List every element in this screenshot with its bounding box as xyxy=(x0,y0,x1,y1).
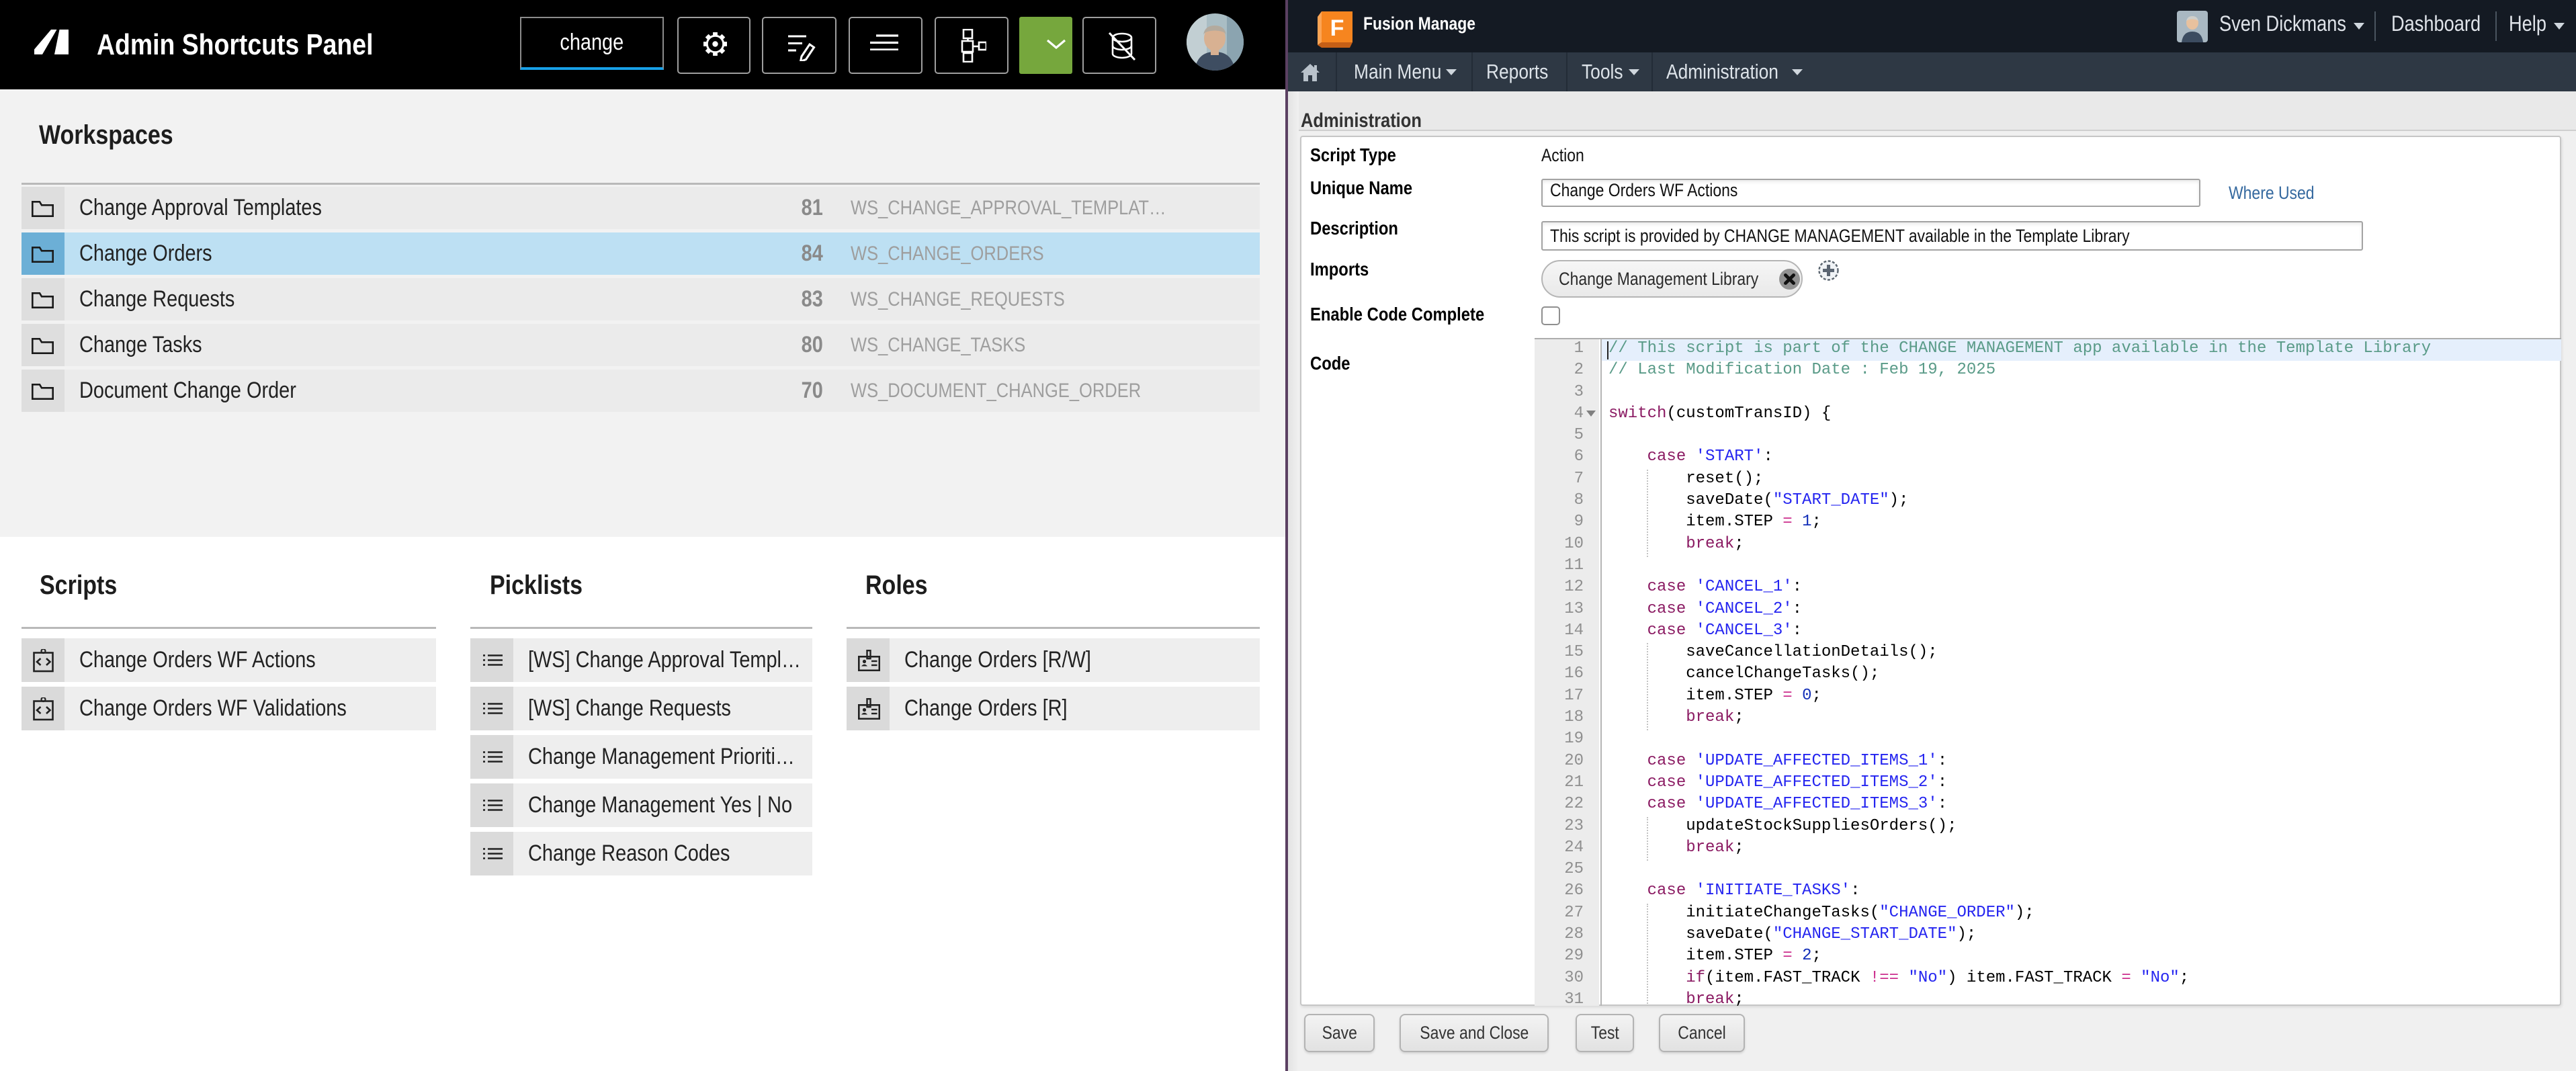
svg-text:F: F xyxy=(1330,15,1344,41)
